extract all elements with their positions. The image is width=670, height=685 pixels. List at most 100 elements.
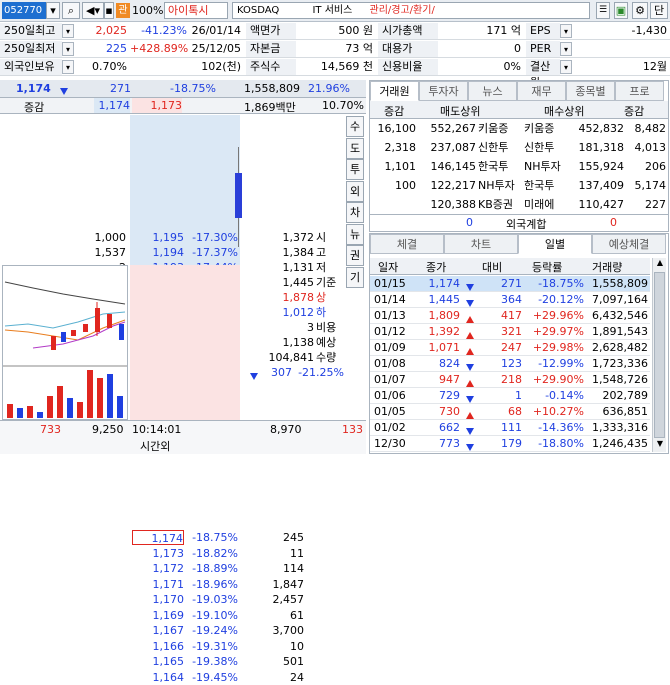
speaker-icon[interactable]: ◀▾ bbox=[82, 2, 104, 19]
ask-price[interactable]: 1,194 bbox=[140, 245, 185, 260]
broker-tab-6[interactable]: 프로 bbox=[615, 81, 664, 101]
code-dropdown-button[interactable]: ▾ bbox=[46, 2, 60, 19]
info-dropdown-icon[interactable]: ▾ bbox=[62, 60, 74, 74]
bid-price[interactable]: 1,166 bbox=[132, 639, 185, 654]
daily-tab-4[interactable]: 예상체결 bbox=[592, 234, 666, 254]
link-button[interactable]: ▪ bbox=[104, 2, 114, 19]
bid-price[interactable]: 1,164 bbox=[132, 670, 185, 685]
broker-buy-qty: 137,409 bbox=[578, 179, 625, 192]
broker-buy-name[interactable]: 키움증 bbox=[524, 121, 568, 136]
daily-rate: -20.12% bbox=[538, 293, 584, 306]
daily-tab-1[interactable]: 체결 bbox=[370, 234, 444, 254]
scroll-up-arrow-icon[interactable]: ▲ bbox=[654, 258, 666, 270]
turnover-rate: 10.70% bbox=[322, 99, 364, 112]
broker-sell-change: 100 bbox=[395, 179, 416, 192]
info-dropdown-icon[interactable]: ▾ bbox=[560, 42, 572, 56]
bid-price[interactable]: 1,165 bbox=[132, 654, 185, 669]
ask-price[interactable]: 1,195 bbox=[140, 230, 185, 245]
quote-header: 1,174 271 -18.75% 1,558,809 21.96% bbox=[0, 80, 366, 98]
bid-rate: -19.45% bbox=[192, 670, 238, 684]
daily-tab-3[interactable]: 일별 bbox=[518, 234, 592, 254]
bid-price[interactable]: 1,174 bbox=[132, 530, 184, 545]
bid-quantity: 10 bbox=[290, 639, 304, 653]
bid-price[interactable]: 1,170 bbox=[132, 592, 185, 607]
foreign-total-row: 0 외국계합 0 bbox=[370, 214, 668, 231]
broker-sell-name[interactable]: NH투자 bbox=[478, 178, 522, 193]
bid-price[interactable]: 1,172 bbox=[132, 561, 185, 576]
daily-row[interactable]: 01/12 1,392 321 +29.97% 1,891,543 bbox=[370, 324, 650, 340]
daily-row[interactable]: 01/05 730 68 +10.27% 636,851 bbox=[370, 404, 650, 420]
side-button-7[interactable]: 권 bbox=[346, 245, 364, 266]
single-view-button[interactable]: 단 bbox=[650, 2, 668, 19]
broker-sell-name[interactable]: 한국투 bbox=[478, 159, 522, 174]
side-button-4[interactable]: 외 bbox=[346, 180, 364, 202]
volume-rate: 21.96% bbox=[308, 82, 350, 95]
bid-price[interactable]: 1,167 bbox=[132, 623, 185, 638]
daily-change: 271 bbox=[501, 277, 522, 290]
daily-scrollbar[interactable]: ▲ ▼ bbox=[652, 258, 666, 452]
broker-tab-1[interactable]: 거래원 bbox=[370, 81, 419, 101]
broker-buy-name[interactable]: 미래에 bbox=[524, 197, 568, 212]
daily-header: 일자 종가 대비 등락률 거래량 bbox=[370, 258, 650, 275]
info-value-c: 25/12/05 bbox=[191, 42, 241, 55]
info-value-b: -41.23% bbox=[141, 24, 187, 37]
side-button-2[interactable]: 도 bbox=[346, 137, 364, 159]
info-dropdown-icon[interactable]: ▾ bbox=[62, 24, 74, 38]
bid-price[interactable]: 1,171 bbox=[132, 577, 185, 592]
daily-row[interactable]: 01/15 1,174 271 -18.75% 1,558,809 bbox=[370, 276, 650, 292]
side-button-6[interactable]: 뉴 bbox=[346, 223, 364, 245]
bid-summary: 1,173 bbox=[132, 98, 182, 113]
side-button-3[interactable]: 투 bbox=[346, 159, 364, 180]
broker-sell-name[interactable]: KB증권 bbox=[478, 197, 522, 212]
broker-tab-4[interactable]: 재무 bbox=[517, 81, 566, 101]
daily-close: 773 bbox=[439, 437, 460, 450]
menu-icon[interactable]: ☰ bbox=[596, 2, 610, 19]
stock-code-input[interactable]: 052770 bbox=[2, 2, 46, 19]
gear-icon[interactable]: ⚙ bbox=[632, 2, 648, 19]
daily-row[interactable]: 01/09 1,071 247 +29.98% 2,628,482 bbox=[370, 340, 650, 356]
side-button-1[interactable]: 수 bbox=[346, 116, 364, 137]
export-icon[interactable]: ▣ bbox=[614, 2, 628, 19]
search-icon[interactable]: ⌕ bbox=[62, 2, 80, 19]
daily-date: 01/05 bbox=[374, 405, 406, 418]
side-button-5[interactable]: 차 bbox=[346, 202, 364, 223]
scroll-thumb[interactable] bbox=[654, 272, 665, 438]
info-dropdown-icon[interactable]: ▾ bbox=[560, 60, 572, 74]
daily-volume: 1,723,336 bbox=[592, 357, 648, 370]
daily-row[interactable]: 01/06 729 1 -0.14% 202,789 bbox=[370, 388, 650, 404]
daily-row[interactable]: 01/07 947 218 +29.90% 1,548,726 bbox=[370, 372, 650, 388]
bid-price[interactable]: 1,169 bbox=[132, 608, 185, 623]
broker-buy-change: 8,482 bbox=[634, 122, 667, 135]
broker-buy-name[interactable]: NH투자 bbox=[524, 159, 568, 174]
info-dropdown-icon[interactable]: ▾ bbox=[560, 24, 572, 38]
scroll-down-arrow-icon[interactable]: ▼ bbox=[654, 439, 666, 451]
info-label: 액면가 bbox=[246, 23, 296, 39]
mini-chart bbox=[2, 265, 128, 420]
foreign-sell: 0 bbox=[466, 216, 473, 229]
daily-row[interactable]: 01/14 1,445 364 -20.12% 7,097,164 bbox=[370, 292, 650, 308]
broker-col-change2: 증감 bbox=[624, 105, 645, 118]
daily-tab-2[interactable]: 차트 bbox=[444, 234, 518, 254]
info-value-b bbox=[130, 59, 190, 75]
footer-ask-total: 733 bbox=[40, 423, 61, 436]
bid-price[interactable]: 1,173 bbox=[132, 546, 185, 561]
info-value-b: +428.89% bbox=[130, 42, 189, 55]
broker-sell-name[interactable]: 신한투 bbox=[478, 140, 522, 155]
daily-row[interactable]: 01/08 824 123 -12.99% 1,723,336 bbox=[370, 356, 650, 372]
daily-change: 218 bbox=[501, 373, 522, 386]
daily-row[interactable]: 12/30 773 179 -18.80% 1,246,435 bbox=[370, 436, 650, 452]
broker-tab-5[interactable]: 종목별 bbox=[566, 81, 615, 101]
daily-row[interactable]: 01/02 662 111 -14.36% 1,333,316 bbox=[370, 420, 650, 436]
after-hours-label[interactable]: 시간외 bbox=[140, 438, 170, 454]
daily-row[interactable]: 01/13 1,809 417 +29.96% 6,432,546 bbox=[370, 308, 650, 324]
daily-date: 01/13 bbox=[374, 309, 406, 322]
broker-buy-name[interactable]: 신한투 bbox=[524, 140, 568, 155]
broker-tab-2[interactable]: 투자자 bbox=[419, 81, 468, 101]
broker-sell-name[interactable]: 키움증 bbox=[478, 121, 522, 136]
ask-rate: -17.30% bbox=[192, 231, 238, 244]
broker-tab-3[interactable]: 뉴스 bbox=[468, 81, 517, 101]
info-dropdown-icon[interactable]: ▾ bbox=[62, 42, 74, 56]
down-arrow-icon bbox=[466, 440, 474, 453]
info-label: EPS bbox=[526, 23, 560, 39]
broker-buy-name[interactable]: 한국투 bbox=[524, 178, 568, 193]
